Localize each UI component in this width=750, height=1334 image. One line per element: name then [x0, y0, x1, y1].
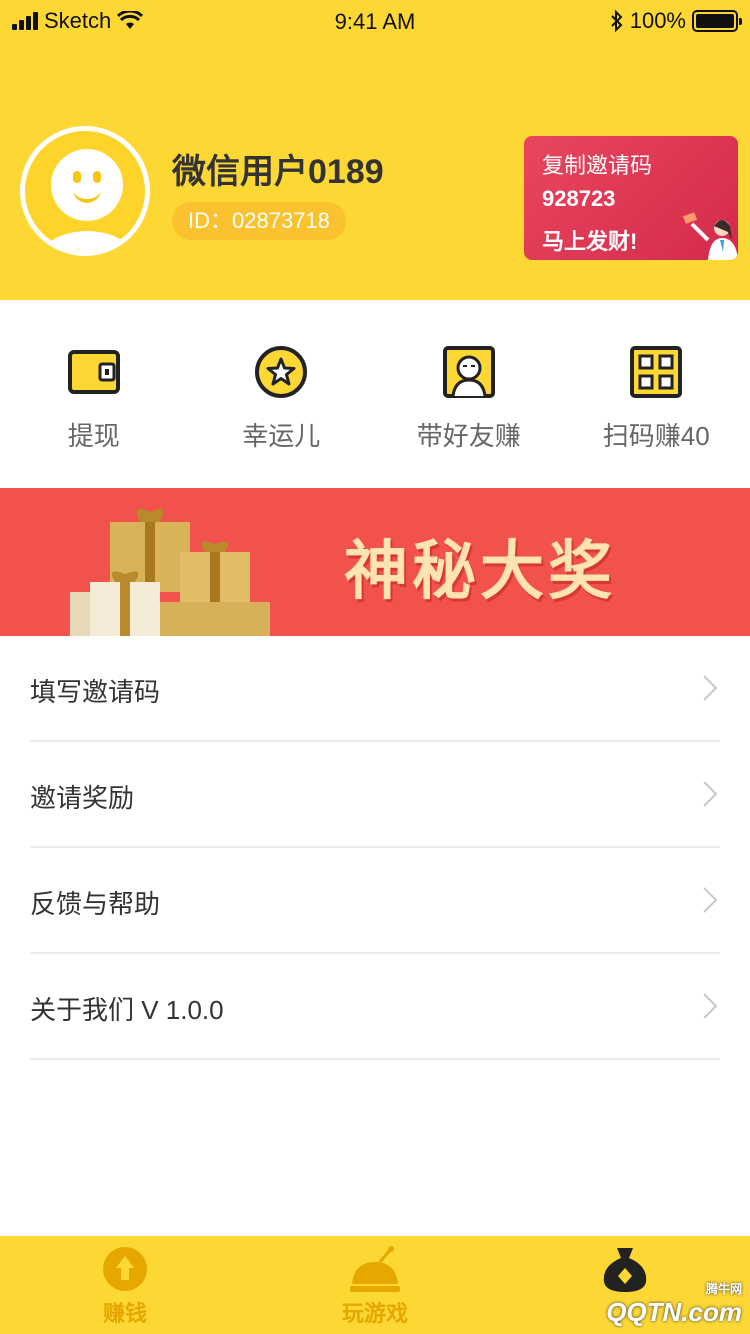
star-icon — [255, 346, 308, 398]
battery-icon — [692, 10, 742, 32]
menu-item-feedback-help[interactable]: 反馈与帮助 — [30, 848, 720, 954]
menu-item-label: 填写邀请码 — [30, 677, 161, 707]
watermark-small: 腾牛网 — [705, 1282, 742, 1296]
action-invite-friend[interactable]: 带好友赚 — [375, 300, 563, 488]
chevron-right-icon — [703, 675, 718, 701]
invite-card-title: 复制邀请码 — [542, 153, 653, 178]
action-label: 幸运儿 — [242, 421, 321, 451]
action-label: 提现 — [67, 421, 120, 451]
battery-percent: 100% — [629, 8, 686, 33]
avatar[interactable] — [20, 126, 150, 256]
money-icon — [103, 1247, 147, 1291]
chevron-right-icon — [703, 993, 718, 1019]
tab-label: 赚钱 — [102, 1301, 147, 1326]
mystery-prize-banner[interactable]: 神秘大奖 — [0, 488, 750, 636]
menu-item-label: 邀请奖励 — [30, 783, 135, 813]
tab-play-games[interactable]: 玩游戏 — [250, 1236, 500, 1334]
action-scan-code[interactable]: 扫码赚40 — [563, 300, 750, 488]
gift-boxes-illustration — [70, 508, 270, 636]
username: 微信用户0189 — [172, 153, 384, 191]
chevron-right-icon — [703, 781, 718, 807]
site-watermark: 腾牛网 QQTN.com — [606, 1280, 742, 1328]
friend-icon — [442, 346, 495, 398]
qr-code-icon — [630, 346, 683, 398]
invite-code: 928723 — [542, 186, 616, 211]
girl-illustration — [682, 212, 738, 260]
avatar-body — [39, 231, 135, 251]
menu-item-label: 反馈与帮助 — [30, 889, 161, 919]
action-label: 扫码赚40 — [602, 421, 710, 451]
action-withdraw[interactable]: 提现 — [0, 300, 188, 488]
bluetooth-icon — [611, 10, 623, 32]
wallet-icon — [67, 350, 120, 394]
avatar-face — [51, 149, 123, 221]
profile-header: 微信用户0189 ID：02873718 复制邀请码 928723 马上发财! — [0, 44, 750, 300]
copy-invite-code-card[interactable]: 复制邀请码 928723 马上发财! — [524, 136, 738, 260]
settings-menu: 填写邀请码 邀请奖励 反馈与帮助 关于我们 V 1.0.0 — [0, 636, 750, 1060]
action-label: 带好友赚 — [416, 421, 521, 451]
tab-bar: 赚钱 玩游戏 腾牛网 QQTN.com — [0, 1236, 750, 1334]
action-lucky[interactable]: 幸运儿 — [188, 300, 376, 488]
chevron-right-icon — [703, 887, 718, 913]
tab-label: 玩游戏 — [341, 1301, 408, 1326]
invite-card-slogan: 马上发财! — [542, 229, 638, 254]
quick-actions: 提现 幸运儿 带好友赚 扫码赚40 — [0, 300, 750, 488]
menu-item-enter-invite-code[interactable]: 填写邀请码 — [30, 636, 720, 742]
tab-earn-money[interactable]: 赚钱 — [0, 1236, 250, 1334]
watermark-text: QQTN.com — [606, 1297, 742, 1327]
banner-title: 神秘大奖 — [344, 534, 616, 609]
user-id-badge: ID：02873718 — [172, 202, 346, 240]
game-icon — [350, 1246, 400, 1292]
status-right: 100% — [610, 8, 742, 34]
menu-item-about-us[interactable]: 关于我们 V 1.0.0 — [30, 954, 720, 1060]
menu-item-label: 关于我们 V 1.0.0 — [30, 995, 224, 1025]
status-bar: Sketch 9:41 AM 100% — [0, 0, 750, 44]
menu-item-invite-rewards[interactable]: 邀请奖励 — [30, 742, 720, 848]
